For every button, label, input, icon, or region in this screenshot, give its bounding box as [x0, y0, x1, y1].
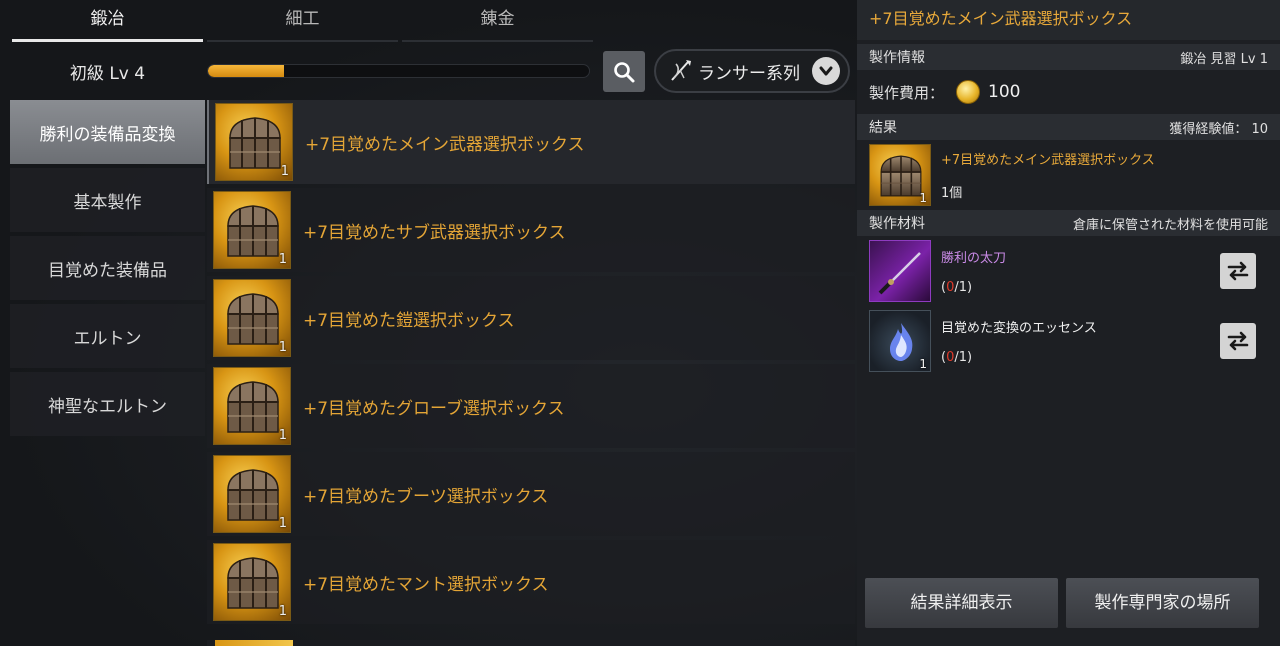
- swap-arrows-icon: [1227, 331, 1249, 351]
- recipe-name: +7目覚めたブーツ選択ボックス: [303, 486, 549, 507]
- recipe-row[interactable]: 1 +7目覚めたマント選択ボックス: [207, 540, 855, 624]
- search-button[interactable]: [603, 51, 645, 92]
- chest-icon: 1: [869, 144, 931, 206]
- tab-alchemy[interactable]: 錬金: [400, 0, 595, 42]
- tab-smithing[interactable]: 鍛冶: [10, 0, 205, 42]
- recipe-row[interactable]: 1 +7目覚めたサブ武器選択ボックス: [207, 188, 855, 272]
- class-filter-label: ランサー系列: [698, 63, 800, 84]
- lancer-class-icon: [671, 60, 691, 81]
- material-swap-button[interactable]: [1220, 253, 1256, 289]
- crafting-expert-location-button[interactable]: 製作専門家の場所: [1066, 578, 1259, 628]
- recipe-qty: 1: [278, 252, 287, 267]
- warehouse-materials-note: 倉庫に保管された材料を使用可能: [1072, 217, 1268, 233]
- category-elton[interactable]: エルトン: [10, 304, 205, 368]
- recipe-qty: 1: [280, 164, 289, 179]
- recipe-name: +7目覚めたマント選択ボックス: [303, 574, 549, 595]
- crafting-info-label: 製作情報: [869, 50, 925, 66]
- category-basic-crafting[interactable]: 基本製作: [10, 168, 205, 232]
- recipe-name: +7目覚めた鎧選択ボックス: [303, 310, 515, 331]
- tab-handicraft[interactable]: 細工: [205, 0, 400, 42]
- material-count: (0/1): [941, 280, 973, 295]
- material-name: 目覚めた変換のエッセンス: [941, 321, 1097, 336]
- crafting-screen: 鍛冶 細工 錬金 初級 Lv 4 ランサー系列 勝利の装備品変換 基本製作 目覚…: [0, 0, 1280, 646]
- recipe-name: +7目覚めたサブ武器選択ボックス: [303, 222, 566, 243]
- search-icon: [614, 61, 635, 82]
- result-item-row[interactable]: 1 +7目覚めたメイン武器選択ボックス 1個: [857, 140, 1280, 210]
- detail-title: +7目覚めたメイン武器選択ボックス: [857, 0, 1280, 40]
- recipe-row[interactable]: 1 +7目覚めた鎧選択ボックス: [207, 276, 855, 360]
- crafting-info-header: 製作情報 鍛冶 見習 Lv 1: [857, 44, 1280, 70]
- recipe-qty: 1: [278, 428, 287, 443]
- material-count: (0/1): [941, 350, 973, 365]
- material-row[interactable]: 勝利の太刀 (0/1): [857, 236, 1280, 306]
- material-qty: 1: [919, 357, 927, 371]
- crafting-level-label: 初級 Lv 4: [69, 64, 146, 84]
- result-item-name: +7目覚めたメイン武器選択ボックス: [941, 153, 1155, 168]
- recipe-row[interactable]: 1 +7目覚めたグローブ選択ボックス: [207, 364, 855, 448]
- result-item-qty: 1: [919, 191, 927, 205]
- material-name: 勝利の太刀: [941, 251, 1007, 266]
- category-awakened-equipment[interactable]: 目覚めた装備品: [10, 236, 205, 300]
- swap-arrows-icon: [1227, 261, 1249, 281]
- result-details-button[interactable]: 結果詳細表示: [865, 578, 1058, 628]
- result-item-count: 1個: [941, 186, 963, 201]
- recipe-row-partial[interactable]: [207, 640, 855, 646]
- material-need: /1: [954, 350, 968, 365]
- crafting-skill-requirement: 鍛冶 見習 Lv 1: [1180, 51, 1268, 67]
- recipe-row[interactable]: 1 +7目覚めたブーツ選択ボックス: [207, 452, 855, 536]
- chest-icon: 1: [215, 103, 293, 181]
- katana-icon: [869, 240, 931, 302]
- crafting-xp-fill: [208, 65, 285, 77]
- chest-icon: 1: [213, 543, 291, 621]
- recipe-qty: 1: [278, 604, 287, 619]
- material-row[interactable]: 1 目覚めた変換のエッセンス (0/1): [857, 306, 1280, 376]
- chest-icon: 1: [213, 367, 291, 445]
- crafting-cost-label: 製作費用：: [869, 83, 945, 102]
- recipe-name: +7目覚めたメイン武器選択ボックス: [305, 134, 585, 155]
- crafting-tabs: 鍛冶 細工 錬金: [10, 0, 595, 42]
- experience-gained: 獲得経験値： 10: [1169, 121, 1268, 137]
- class-filter-dropdown[interactable]: ランサー系列: [654, 49, 850, 93]
- chest-icon: [215, 640, 293, 646]
- result-label: 結果: [869, 120, 897, 136]
- crafting-cost-row: 製作費用： 100: [857, 70, 1280, 114]
- recipe-detail-panel: +7目覚めたメイン武器選択ボックス 製作情報 鍛冶 見習 Lv 1 製作費用： …: [857, 0, 1280, 646]
- chest-icon: 1: [213, 279, 291, 357]
- recipe-qty: 1: [278, 516, 287, 531]
- chest-icon: 1: [213, 191, 291, 269]
- blue-flame-essence-icon: 1: [869, 310, 931, 372]
- recipe-list: 1 +7目覚めたメイン武器選択ボックス 1 +7目覚めたサブ武器選択ボックス 1 +7目覚…: [207, 100, 855, 646]
- materials-header: 製作材料 倉庫に保管された材料を使用可能: [857, 210, 1280, 236]
- category-holy-elton[interactable]: 神聖なエルトン: [10, 372, 205, 436]
- result-header: 結果 獲得経験値： 10: [857, 114, 1280, 140]
- material-need: /1: [954, 280, 968, 295]
- chest-icon: 1: [213, 455, 291, 533]
- materials-label: 製作材料: [869, 216, 925, 232]
- category-victory-equipment-conversion[interactable]: 勝利の装備品変換: [10, 100, 205, 164]
- recipe-name: +7目覚めたグローブ選択ボックス: [303, 398, 565, 419]
- gold-coin-icon: [956, 80, 981, 104]
- material-swap-button[interactable]: [1220, 323, 1256, 359]
- recipe-qty: 1: [278, 340, 287, 355]
- category-list: 勝利の装備品変換 基本製作 目覚めた装備品 エルトン 神聖なエルトン: [10, 100, 205, 440]
- chevron-down-icon: [812, 57, 840, 85]
- crafting-cost-value: 100: [988, 82, 1021, 102]
- crafting-xp-bar: [207, 64, 590, 78]
- recipe-row[interactable]: 1 +7目覚めたメイン武器選択ボックス: [207, 100, 855, 184]
